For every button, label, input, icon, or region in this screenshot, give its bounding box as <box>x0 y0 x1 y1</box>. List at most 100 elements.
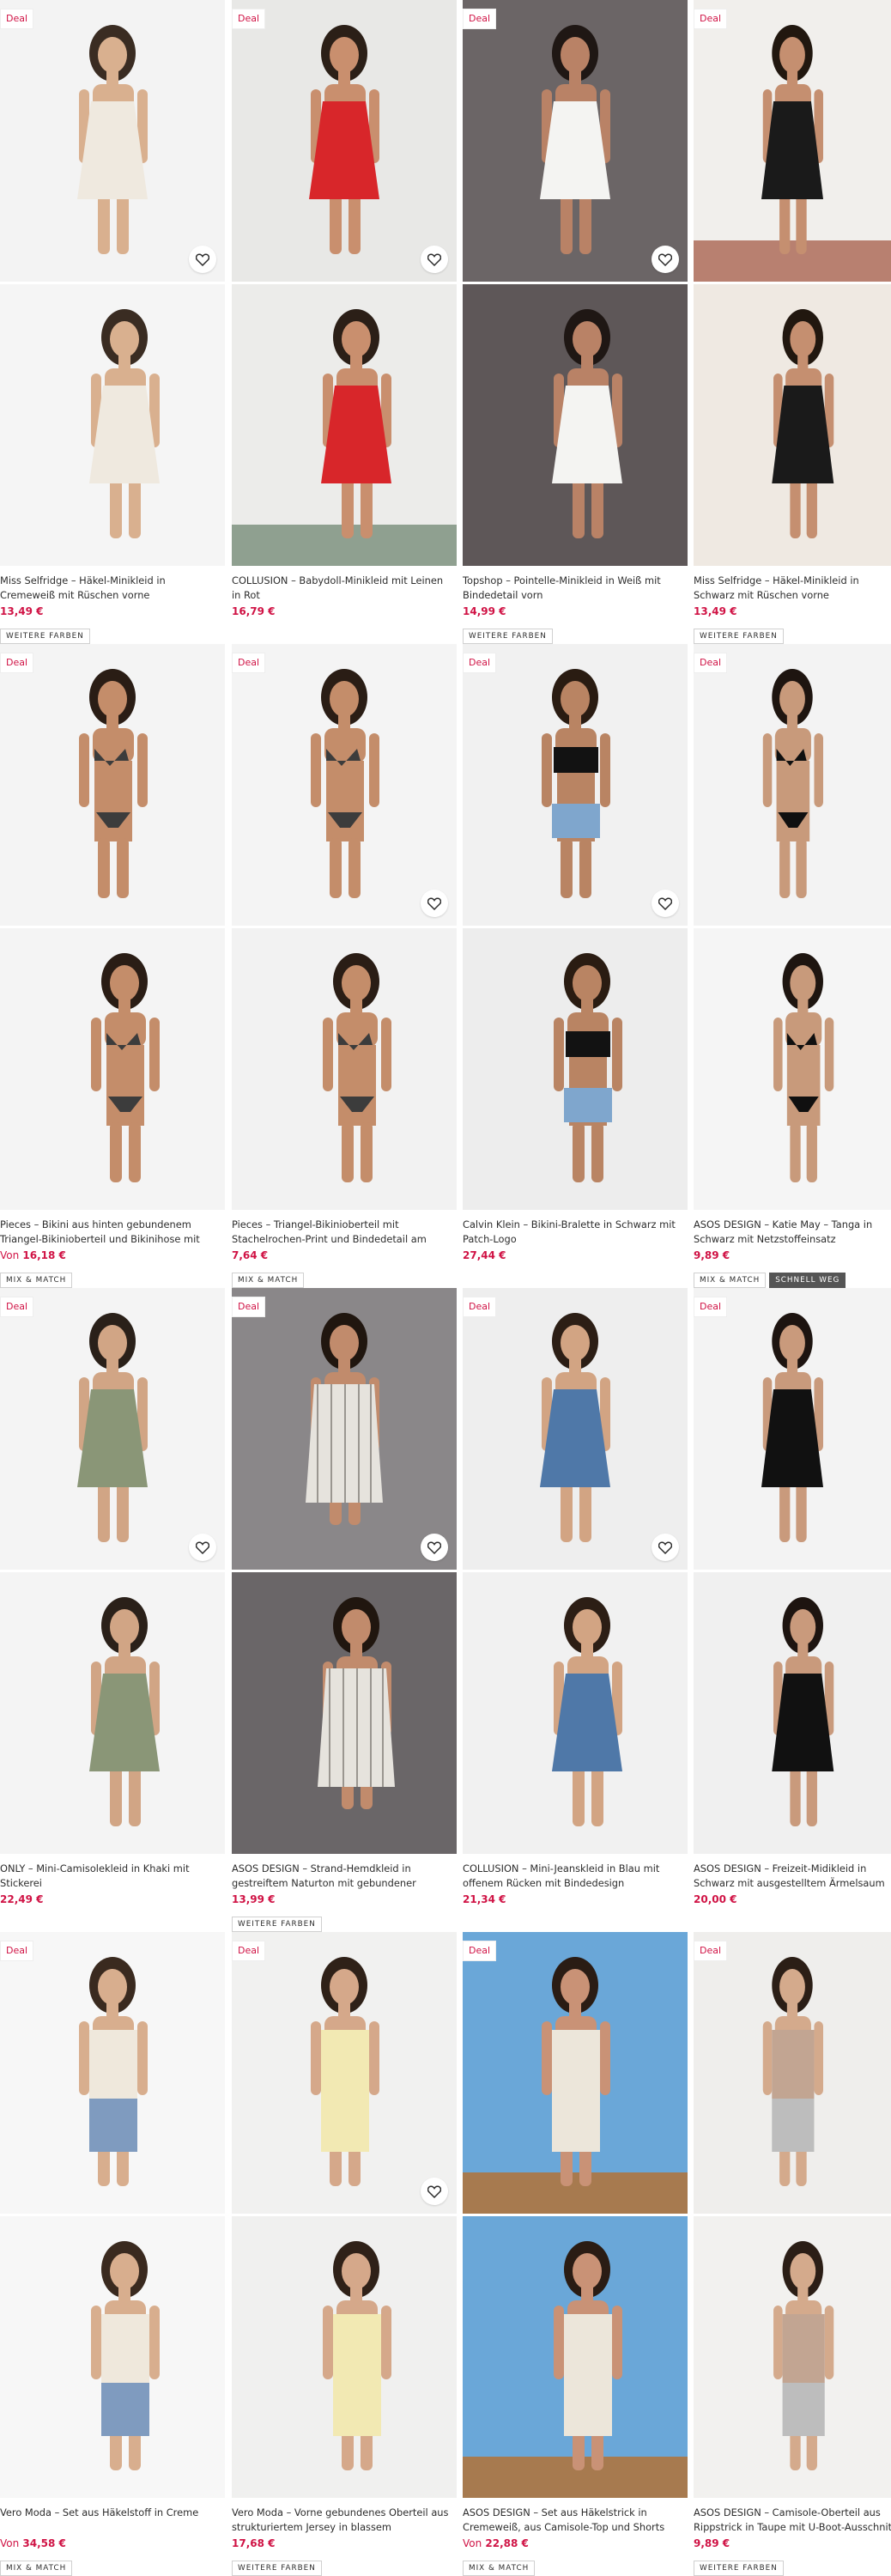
product-card[interactable]: Deal Pieces – Bikini aus hinten gebunden… <box>0 644 225 1288</box>
product-price: 9,89 € <box>694 2537 730 2550</box>
product-image-alt[interactable] <box>232 928 457 1210</box>
product-image-alt[interactable] <box>232 284 457 566</box>
product-image[interactable] <box>694 644 891 926</box>
product-tag[interactable]: WEITERE FARBEN <box>694 2561 784 2576</box>
heart-icon[interactable] <box>421 890 448 917</box>
product-tags: WEITERE FARBEN <box>463 625 556 644</box>
product-image[interactable] <box>463 644 688 926</box>
product-card[interactable]: Deal Calvin Klein – Bikini-Bralette in S… <box>463 644 688 1288</box>
product-image-alt[interactable] <box>463 928 688 1210</box>
product-tags: WEITERE FARBEN <box>694 2557 787 2576</box>
product-image-alt[interactable] <box>0 928 225 1210</box>
product-tag[interactable]: WEITERE FARBEN <box>463 629 553 644</box>
product-image[interactable] <box>463 1932 688 2214</box>
heart-icon[interactable] <box>652 890 679 917</box>
product-card[interactable]: Deal Topshop – Pointelle-Minikleid in We… <box>463 0 688 644</box>
heart-icon[interactable] <box>421 1534 448 1561</box>
product-card[interactable]: Deal ONLY – Mini-Camisolekleid in Khaki … <box>0 1288 225 1932</box>
product-price: Von 34,58 € <box>0 2537 66 2550</box>
product-card[interactable]: Deal ASOS DESIGN – Camisole-Oberteil aus… <box>694 1932 891 2576</box>
product-price: 13,49 € <box>0 605 43 618</box>
product-image-alt[interactable] <box>0 1572 225 1854</box>
product-image[interactable] <box>0 1288 225 1570</box>
product-image[interactable] <box>0 644 225 926</box>
product-image-alt[interactable] <box>463 2216 688 2498</box>
deal-badge: Deal <box>232 1941 266 1961</box>
product-image[interactable] <box>232 644 457 926</box>
product-image[interactable] <box>463 1288 688 1570</box>
product-image[interactable] <box>232 1288 457 1570</box>
price-value: 17,68 € <box>232 2537 276 2549</box>
product-image-alt[interactable] <box>694 2216 891 2498</box>
product-card[interactable]: Deal Vero Moda – Vorne gebundenes Oberte… <box>232 1932 457 2576</box>
product-title[interactable]: Pieces – Triangel-Bikinioberteil mit Sta… <box>232 1218 455 1247</box>
product-tag: MIX & MATCH <box>0 1273 73 1288</box>
product-image-alt[interactable] <box>0 2216 225 2498</box>
deal-badge: Deal <box>463 653 497 673</box>
product-title[interactable]: Pieces – Bikini aus hinten gebundenem Tr… <box>0 1218 223 1247</box>
product-card[interactable]: Deal COLLUSION – Mini-Jeanskleid in Blau… <box>463 1288 688 1932</box>
product-image[interactable] <box>0 0 225 282</box>
product-title[interactable]: ASOS DESIGN – Strand-Hemdkleid in gestre… <box>232 1862 455 1891</box>
product-title[interactable]: ASOS DESIGN – Katie May – Tanga in Schwa… <box>694 1218 891 1247</box>
product-tag: MIX & MATCH <box>694 1273 767 1288</box>
product-image[interactable] <box>0 1932 225 2214</box>
product-title[interactable]: Topshop – Pointelle-Minikleid in Weiß mi… <box>463 574 686 603</box>
product-image-alt[interactable] <box>694 1572 891 1854</box>
product-tag[interactable]: WEITERE FARBEN <box>232 2561 322 2576</box>
product-image[interactable] <box>694 1932 891 2214</box>
product-tag: MIX & MATCH <box>463 2561 536 2576</box>
product-title[interactable]: Vero Moda – Set aus Häkelstoff in Creme <box>0 2506 223 2535</box>
product-image-alt[interactable] <box>232 2216 457 2498</box>
product-row: Deal Vero Moda – Set aus Häkelstoff in C… <box>0 1932 891 2576</box>
product-tag[interactable]: WEITERE FARBEN <box>232 1917 322 1932</box>
product-tags: MIX & MATCH <box>0 2557 76 2576</box>
product-image-alt[interactable] <box>463 1572 688 1854</box>
deal-badge: Deal <box>463 1941 497 1961</box>
product-title[interactable]: Vero Moda – Vorne gebundenes Oberteil au… <box>232 2506 455 2535</box>
product-tag: MIX & MATCH <box>0 2561 73 2576</box>
product-image-alt[interactable] <box>232 1572 457 1854</box>
product-image[interactable] <box>463 0 688 282</box>
product-image-alt[interactable] <box>694 284 891 566</box>
product-tag[interactable]: WEITERE FARBEN <box>694 629 784 644</box>
heart-icon[interactable] <box>189 1534 216 1561</box>
product-title[interactable]: COLLUSION – Mini-Jeanskleid in Blau mit … <box>463 1862 686 1891</box>
heart-icon[interactable] <box>652 246 679 273</box>
product-title[interactable]: COLLUSION – Babydoll-Minikleid mit Leine… <box>232 574 455 603</box>
heart-icon[interactable] <box>421 2178 448 2205</box>
product-card[interactable]: Deal COLLUSION – Babydoll-Minikleid mit … <box>232 0 457 644</box>
product-title[interactable]: ASOS DESIGN – Camisole-Oberteil aus Ripp… <box>694 2506 891 2535</box>
product-title[interactable]: Miss Selfridge – Häkel-Minikleid in Schw… <box>694 574 891 603</box>
product-card[interactable]: Deal ASOS DESIGN – Freizeit-Midikleid in… <box>694 1288 891 1932</box>
price-value: 22,49 € <box>0 1893 44 1905</box>
heart-icon[interactable] <box>189 246 216 273</box>
product-title[interactable]: ASOS DESIGN – Freizeit-Midikleid in Schw… <box>694 1862 891 1891</box>
product-image-alt[interactable] <box>0 284 225 566</box>
product-image[interactable] <box>232 1932 457 2214</box>
product-card[interactable]: Deal Miss Selfridge – Häkel-Minikleid in… <box>694 0 891 644</box>
product-card[interactable]: Deal ASOS DESIGN – Strand-Hemdkleid in g… <box>232 1288 457 1932</box>
heart-icon[interactable] <box>421 246 448 273</box>
product-card[interactable]: Deal ASOS DESIGN – Set aus Häkelstrick i… <box>463 1932 688 2576</box>
product-card[interactable]: Deal ASOS DESIGN – Katie May – Tanga in … <box>694 644 891 1288</box>
product-tags: MIX & MATCH SCHNELL WEG <box>694 1269 849 1288</box>
product-title[interactable]: ONLY – Mini-Camisolekleid in Khaki mit S… <box>0 1862 223 1891</box>
product-image-alt[interactable] <box>463 284 688 566</box>
product-title[interactable]: ASOS DESIGN – Set aus Häkelstrick in Cre… <box>463 2506 686 2535</box>
heart-icon[interactable] <box>652 1534 679 1561</box>
product-row: Deal ONLY – Mini-Camisolekleid in Khaki … <box>0 1288 891 1932</box>
product-image-alt[interactable] <box>694 928 891 1210</box>
product-image[interactable] <box>694 1288 891 1570</box>
product-title[interactable]: Calvin Klein – Bikini-Bralette in Schwar… <box>463 1218 686 1247</box>
product-image[interactable] <box>694 0 891 282</box>
product-tag[interactable]: WEITERE FARBEN <box>0 629 90 644</box>
product-card[interactable]: Deal Miss Selfridge – Häkel-Minikleid in… <box>0 0 225 644</box>
deal-badge: Deal <box>463 9 497 29</box>
product-card[interactable]: Deal Pieces – Triangel-Bikinioberteil mi… <box>232 644 457 1288</box>
product-title[interactable]: Miss Selfridge – Häkel-Minikleid in Crem… <box>0 574 223 603</box>
price-value: 9,89 € <box>694 1249 730 1261</box>
deal-badge: Deal <box>694 653 728 673</box>
product-card[interactable]: Deal Vero Moda – Set aus Häkelstoff in C… <box>0 1932 225 2576</box>
product-image[interactable] <box>232 0 457 282</box>
